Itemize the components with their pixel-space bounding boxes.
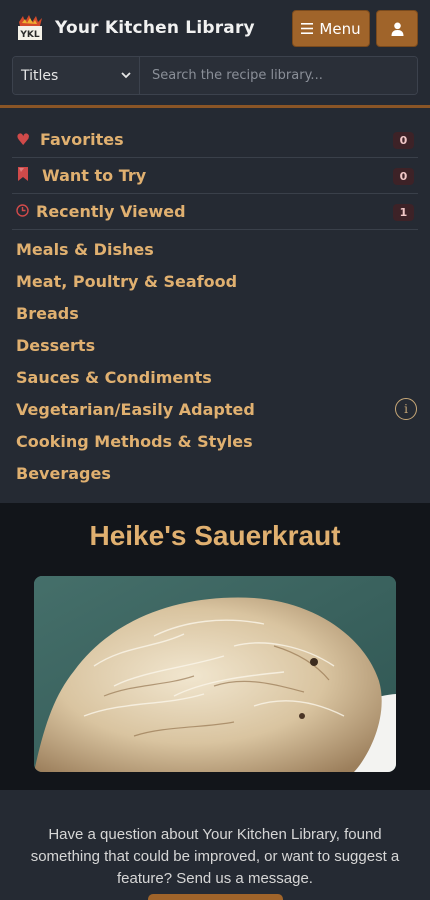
info-icon[interactable]: i xyxy=(395,398,417,420)
count-badge: 1 xyxy=(393,204,414,221)
search-bar: Titles Search the recipe library... xyxy=(12,56,418,95)
category-beverages[interactable]: Beverages xyxy=(16,464,111,483)
menu-button[interactable]: Menu xyxy=(292,10,370,47)
heart-icon: ♥ xyxy=(16,130,31,149)
quick-link-recently-viewed[interactable]: Recently Viewed 1 xyxy=(12,194,418,230)
quick-link-label: Want to Try xyxy=(42,166,147,185)
search-input[interactable]: Search the recipe library... xyxy=(140,57,417,94)
quick-link-label: Recently Viewed xyxy=(36,202,186,221)
hamburger-icon xyxy=(301,23,314,34)
menu-button-label: Menu xyxy=(319,19,361,38)
person-icon xyxy=(391,22,403,36)
user-button[interactable] xyxy=(376,10,418,47)
search-scope-select[interactable]: Titles xyxy=(13,57,140,94)
app-title[interactable]: Your Kitchen Library xyxy=(55,18,255,38)
quick-link-want-to-try[interactable]: Want to Try 0 xyxy=(12,158,418,194)
clock-icon xyxy=(16,202,32,221)
bookmark-icon xyxy=(16,166,36,186)
featured-recipe-title[interactable]: Heike's Sauerkraut xyxy=(0,520,430,552)
send-message-button[interactable] xyxy=(148,894,283,900)
category-vegetarian[interactable]: Vegetarian/Easily Adapted xyxy=(16,400,255,419)
quick-link-label: Favorites xyxy=(40,130,124,149)
search-scope-value: Titles xyxy=(21,67,59,84)
category-cooking-methods[interactable]: Cooking Methods & Styles xyxy=(16,432,253,451)
category-meals-dishes[interactable]: Meals & Dishes xyxy=(16,240,154,259)
logo[interactable]: YKL xyxy=(15,14,45,42)
category-breads[interactable]: Breads xyxy=(16,304,79,323)
count-badge: 0 xyxy=(393,132,414,149)
category-desserts[interactable]: Desserts xyxy=(16,336,95,355)
category-meat-poultry-seafood[interactable]: Meat, Poultry & Seafood xyxy=(16,272,237,291)
chevron-down-icon xyxy=(121,72,131,79)
sauerkraut-image xyxy=(34,576,396,772)
quick-link-favorites[interactable]: ♥ Favorites 0 xyxy=(12,122,418,158)
featured-recipe-photo[interactable] xyxy=(34,576,396,772)
category-sauces-condiments[interactable]: Sauces & Condiments xyxy=(16,368,212,387)
logo-text: YKL xyxy=(19,30,39,40)
footer-message: Have a question about Your Kitchen Libra… xyxy=(30,826,400,887)
count-badge: 0 xyxy=(393,168,414,185)
